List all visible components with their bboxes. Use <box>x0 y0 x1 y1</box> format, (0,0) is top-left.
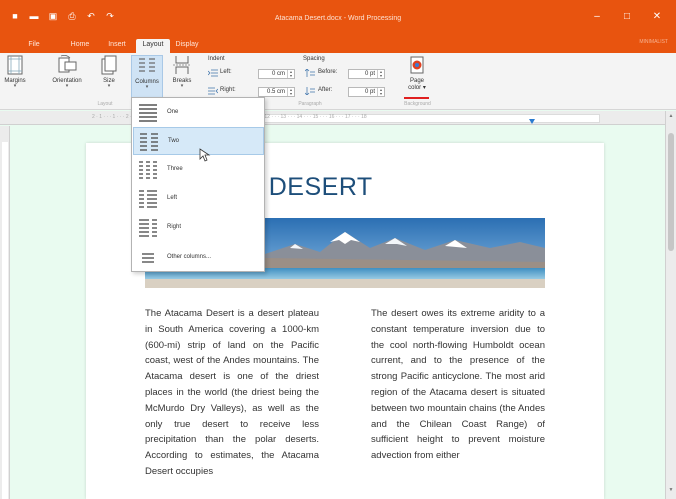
text-column-left: The Atacama Desert is a desert plateau i… <box>145 308 319 477</box>
columns-button[interactable]: Columns ▾ <box>131 55 163 99</box>
scroll-up-icon[interactable]: ▲ <box>666 113 676 119</box>
columns-option-label: Right <box>167 224 182 230</box>
page-size-icon <box>101 55 117 75</box>
breaks-icon <box>173 56 191 74</box>
spacing-before-spinner[interactable]: ▴ ▾ <box>377 70 384 78</box>
text-column-right: The desert owes its extreme aridity to a… <box>371 308 545 462</box>
columns-icon <box>139 58 155 72</box>
spacing-after-icon <box>305 87 315 95</box>
group-background-label: Background <box>404 101 431 107</box>
indent-right-label: Right: <box>220 87 236 93</box>
spacing-after-label: After: <box>318 87 333 93</box>
indent-left-spinner[interactable]: ▴ ▾ <box>287 70 294 78</box>
columns-option-label: Other columns... <box>167 254 212 260</box>
margins-icon <box>7 55 23 75</box>
indent-left-icon <box>208 69 218 77</box>
spacing-after-field[interactable]: 0 pt ▴ ▾ <box>348 87 385 97</box>
tab-display[interactable]: Display <box>172 39 202 53</box>
orientation-button[interactable]: Orientation ▾ <box>46 55 88 89</box>
title-bar: ■ ▬ ▣ ⎙ ↶ ↷ Atacama Desert.docx - Word P… <box>0 0 676 36</box>
indent-right-field[interactable]: 0.5 cm ▴ ▾ <box>258 87 295 97</box>
vertical-ruler[interactable] <box>0 126 10 499</box>
indent-right-icon <box>208 87 218 95</box>
page-color-icon <box>410 56 424 74</box>
one-column-icon <box>139 104 157 122</box>
three-columns-icon <box>139 161 157 179</box>
indent-left-field[interactable]: 0 cm ▴ ▾ <box>258 69 295 79</box>
spacing-title: Spacing <box>303 56 325 62</box>
group-layout-label: Layout <box>97 101 113 107</box>
spacing-after-spinner[interactable]: ▴ ▾ <box>377 88 384 96</box>
indent-right-spinner[interactable]: ▴ ▾ <box>287 88 294 96</box>
columns-option-label: Two <box>168 138 180 144</box>
scroll-down-icon[interactable]: ▼ <box>666 487 676 493</box>
scroll-thumb[interactable] <box>668 133 674 251</box>
mouse-cursor-icon <box>199 148 211 162</box>
window-controls: – □ ✕ <box>582 12 672 22</box>
horizontal-ruler[interactable]: 2 · 1 · · · 1 · · · 2 · · · 3 · · · 4 · … <box>0 111 665 125</box>
window-title: Atacama Desert.docx - Word Processing <box>274 15 402 22</box>
columns-option-one[interactable]: One <box>133 99 264 127</box>
ribbon-layout: Margins ▾ Orientation ▾ Size ▾ Columns ▾ Bre… <box>0 53 676 110</box>
columns-option-label: One <box>167 109 179 115</box>
spacing-before-icon <box>305 69 315 77</box>
indent-marker-icon[interactable] <box>529 119 535 124</box>
right-column-icon <box>139 219 157 237</box>
indent-title: Indent <box>208 56 225 62</box>
columns-dropdown: One Two Three Left Right Other columns..… <box>131 97 265 272</box>
columns-option-other[interactable]: Other columns... <box>133 244 264 272</box>
other-columns-icon <box>142 253 154 263</box>
maximize-icon[interactable]: □ <box>612 12 642 22</box>
mode-link[interactable]: MINIMALIST <box>639 39 668 45</box>
tab-home[interactable]: Home <box>66 39 94 53</box>
ribbon-tabs: File Home Insert Layout Display MINIMALI… <box>0 36 676 53</box>
spacing-before-label: Before: <box>318 69 338 75</box>
margins-button[interactable]: Margins ▾ <box>1 55 29 89</box>
indent-left-label: Left: <box>220 69 232 75</box>
vertical-scrollbar[interactable]: ▲ ▼ <box>665 111 676 499</box>
columns-option-right[interactable]: Right <box>133 214 264 242</box>
size-button[interactable]: Size ▾ <box>96 55 122 89</box>
tab-file[interactable]: File <box>22 39 46 53</box>
left-column-icon <box>139 190 157 208</box>
columns-option-label: Three <box>167 166 183 172</box>
spacing-before-field[interactable]: 0 pt ▴ ▾ <box>348 69 385 79</box>
columns-option-label: Left <box>167 195 178 201</box>
group-paragraph-label: Paragraph <box>298 101 322 107</box>
columns-option-left[interactable]: Left <box>133 185 264 213</box>
page-color-swatch <box>404 97 429 99</box>
minimize-icon[interactable]: – <box>582 12 612 22</box>
orientation-icon <box>58 55 77 73</box>
close-icon[interactable]: ✕ <box>642 12 672 22</box>
two-columns-icon <box>140 133 158 151</box>
tab-insert[interactable]: Insert <box>103 39 131 53</box>
tab-layout[interactable]: Layout <box>136 39 170 53</box>
breaks-button[interactable]: Breaks ▾ <box>168 55 196 89</box>
page-color-button[interactable]: Page color ▾ <box>402 55 432 91</box>
